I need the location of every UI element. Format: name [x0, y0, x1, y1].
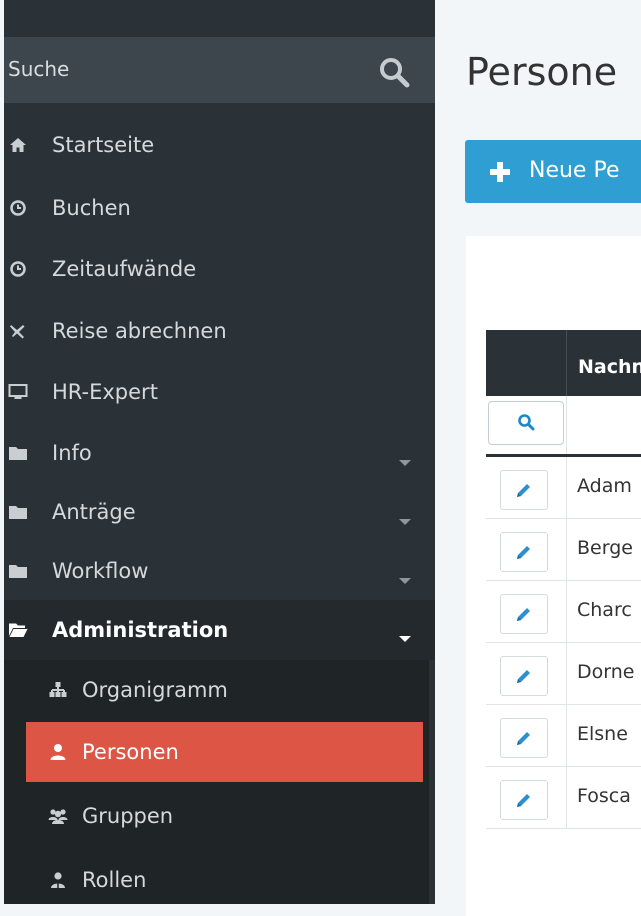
chevron-down-icon — [399, 460, 411, 466]
table-header: Nachn — [486, 330, 641, 396]
submenu-item-label: Rollen — [82, 868, 147, 892]
column-divider — [566, 457, 567, 518]
table-row: Charc — [486, 581, 641, 643]
monitor-icon — [8, 384, 28, 399]
search-icon — [518, 414, 535, 431]
edit-button[interactable] — [500, 470, 548, 510]
cell-nachname: Adam — [577, 475, 632, 497]
submenu-item-label: Organigramm — [82, 678, 228, 702]
edit-button[interactable] — [500, 532, 548, 572]
new-person-button[interactable]: Neue Pe — [465, 140, 641, 203]
sitemap-icon — [49, 682, 67, 697]
folder-icon — [9, 447, 27, 460]
chevron-down-icon — [399, 578, 411, 584]
pencil-icon — [517, 732, 530, 745]
table-row: Dorne — [486, 643, 641, 705]
nav-item-antraege[interactable]: Anträge — [4, 483, 435, 541]
search-label: Suche — [8, 57, 70, 81]
pencil-icon — [517, 484, 530, 497]
clock-icon — [10, 200, 26, 216]
column-divider — [566, 330, 567, 396]
nav-item-label: HR-Expert — [52, 380, 158, 404]
cell-nachname: Dorne — [577, 661, 635, 683]
nav-item-label: Buchen — [52, 196, 131, 220]
submenu-item-label: Personen — [82, 740, 179, 764]
pencil-icon — [517, 546, 530, 559]
table-row: Elsne — [486, 705, 641, 767]
table-row: Adam — [486, 457, 641, 519]
chevron-down-icon — [399, 519, 411, 525]
submenu-item-personen[interactable]: Personen — [26, 722, 423, 782]
clock-icon — [10, 261, 26, 277]
nav-item-label: Startseite — [52, 133, 155, 157]
column-divider — [566, 643, 567, 704]
nav-item-reise-abrechnen[interactable]: Reise abrechnen — [4, 302, 435, 360]
plane-icon — [10, 325, 25, 339]
column-divider — [566, 519, 567, 580]
nav-item-label: Info — [52, 441, 92, 465]
nav-item-label: Anträge — [52, 500, 136, 524]
nav-item-workflow[interactable]: Workflow — [4, 542, 435, 600]
pencil-icon — [517, 608, 530, 621]
nav-item-hr-expert[interactable]: HR-Expert — [4, 363, 435, 421]
column-divider — [566, 396, 567, 454]
nav-item-label: Workflow — [52, 559, 149, 583]
nav-item-label: Reise abrechnen — [52, 319, 227, 343]
user-icon — [50, 744, 66, 760]
cell-nachname: Berge — [577, 537, 633, 559]
nav-item-label: Zeitaufwände — [52, 257, 197, 281]
sidebar-header — [4, 0, 435, 37]
home-icon — [10, 138, 26, 152]
column-divider — [566, 581, 567, 642]
nav-item-buchen[interactable]: Buchen — [4, 179, 435, 237]
pencil-icon — [517, 670, 530, 683]
nav-item-startseite[interactable]: Startseite — [4, 116, 435, 174]
table-row: Berge — [486, 519, 641, 581]
users-icon — [48, 809, 68, 824]
search-icon[interactable] — [377, 55, 413, 91]
table-row: Fosca — [486, 767, 641, 829]
chevron-down-icon — [399, 636, 411, 642]
submenu-item-label: Gruppen — [82, 804, 174, 828]
roles-icon — [51, 872, 65, 888]
folder-icon — [9, 565, 27, 578]
submenu-item-rollen[interactable]: Rollen — [26, 850, 423, 904]
administration-submenu: Organigramm Personen Gruppen Rollen — [4, 660, 429, 904]
page-title: Persone — [466, 50, 618, 94]
cell-nachname: Fosca — [577, 785, 631, 807]
nav-item-info[interactable]: Info — [4, 424, 435, 482]
folder-open-icon — [9, 623, 28, 637]
column-divider — [566, 767, 567, 828]
filter-row — [486, 396, 641, 457]
search-box[interactable]: Suche — [4, 37, 435, 103]
nav-item-zeitaufwaende[interactable]: Zeitaufwände — [4, 240, 435, 298]
edit-button[interactable] — [500, 594, 548, 634]
submenu-item-organigramm[interactable]: Organigramm — [26, 660, 423, 720]
edit-button[interactable] — [500, 656, 548, 696]
submenu-item-gruppen[interactable]: Gruppen — [26, 786, 423, 846]
cell-nachname: Charc — [577, 599, 632, 621]
filter-button[interactable] — [488, 401, 564, 445]
nav-item-administration[interactable]: Administration — [4, 600, 435, 660]
sidebar: Suche Startseite Buchen Zeitaufwände Rei… — [4, 0, 435, 904]
cell-nachname: Elsne — [577, 723, 628, 745]
plus-icon — [490, 162, 510, 182]
edit-button[interactable] — [500, 780, 548, 820]
edit-button[interactable] — [500, 718, 548, 758]
column-header-nachname[interactable]: Nachn — [578, 356, 641, 378]
new-person-button-label: Neue Pe — [529, 158, 620, 183]
nav-item-label: Administration — [52, 618, 229, 642]
folder-icon — [9, 506, 27, 519]
column-divider — [566, 705, 567, 766]
pencil-icon — [517, 794, 530, 807]
